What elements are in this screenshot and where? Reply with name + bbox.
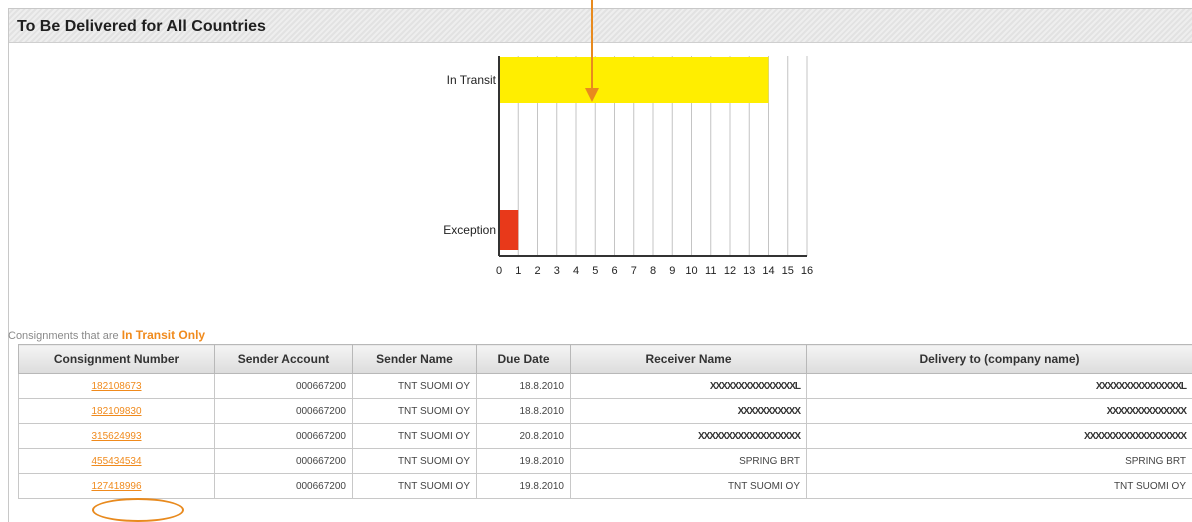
- tick-label: 11: [705, 265, 716, 277]
- due-date-cell: 19.8.2010: [476, 448, 571, 474]
- redacted-text: XXXXXXXXXXX: [737, 405, 801, 417]
- bar-chart: In TransitException0 1 2 3 4 5 6 7 8 9 10 11 12 13 14 1…: [443, 56, 813, 277]
- redacted-text: XXXXXXXXXXXXXXXXXX: [697, 430, 801, 442]
- highlight-circle: [92, 498, 184, 522]
- tick-label: 9: [669, 265, 675, 277]
- column-header-sender-account[interactable]: Sender Account: [214, 344, 353, 374]
- consignment-link[interactable]: 455434534: [91, 456, 141, 467]
- tick-label: 6: [611, 265, 617, 277]
- delivery-to-cell: XXXXXXXXXXXXXXXL: [806, 373, 1192, 399]
- tick-label: 8: [650, 265, 656, 277]
- sender-name-cell: TNT SUOMI OY: [352, 373, 477, 399]
- delivery-to-cell: XXXXXXXXXXXXXXXXXX: [806, 423, 1192, 449]
- callout-arrow-shaft: [591, 0, 593, 88]
- delivery-to-cell: XXXXXXXXXXXXXX: [806, 398, 1192, 424]
- sender-name-cell: TNT SUOMI OY: [352, 423, 477, 449]
- sender-account-cell: 000667200: [214, 373, 353, 399]
- delivery-to-cell: TNT SUOMI OY: [806, 473, 1192, 499]
- tick-label: 3: [554, 265, 560, 277]
- tick-label: 10: [685, 265, 697, 277]
- redacted-text: XXXXXXXXXXXXXXXL: [709, 380, 801, 392]
- receiver-name-cell: SPRING BRT: [570, 448, 807, 474]
- tick-label: 14: [762, 265, 774, 277]
- sender-name-cell: TNT SUOMI OY: [352, 473, 477, 499]
- consignment-number-cell: 315624993: [18, 423, 215, 449]
- due-date-cell: 18.8.2010: [476, 398, 571, 424]
- table-row: 455434534 000667200 TNT SUOMI OY 19.8.20…: [18, 448, 1192, 474]
- consignment-number-cell: 182109830: [18, 398, 215, 424]
- sender-account-cell: 000667200: [214, 398, 353, 424]
- tick-label: 13: [743, 265, 755, 277]
- table-header-row: Consignment Number Sender Account Sender…: [18, 344, 1192, 374]
- consignment-link[interactable]: 182108673: [91, 381, 141, 392]
- consignment-number-cell: 182108673: [18, 373, 215, 399]
- tick-label: 1: [515, 265, 521, 277]
- tick-label: 16: [801, 265, 813, 277]
- callout-arrow-icon: [585, 88, 599, 102]
- tick-label: 2: [534, 265, 540, 277]
- receiver-name-cell: TNT SUOMI OY: [570, 473, 807, 499]
- receiver-name-cell: XXXXXXXXXXXXXXXXXX: [570, 423, 807, 449]
- tick-label: 5: [592, 265, 598, 277]
- status-chart: In Transit Exception 0 1 2 3 4 5 6 7 8 9 10 11 12 13 14 1…: [0, 0, 1192, 305]
- table-caption: Consignments that are In Transit Only: [8, 328, 205, 342]
- category-label: In Transit: [447, 73, 497, 87]
- tick-label: 12: [724, 265, 736, 277]
- sender-account-cell: 000667200: [214, 423, 353, 449]
- column-header-receiver-name[interactable]: Receiver Name: [570, 344, 807, 374]
- consignment-link[interactable]: 182109830: [91, 406, 141, 417]
- consignment-number-cell: 127418996: [18, 473, 215, 499]
- tick-label: 0: [496, 265, 502, 277]
- column-header-sender-name[interactable]: Sender Name: [352, 344, 477, 374]
- consignments-table: Consignment Number Sender Account Sender…: [18, 344, 1192, 499]
- due-date-cell: 20.8.2010: [476, 423, 571, 449]
- receiver-name-cell: XXXXXXXXXXX: [570, 398, 807, 424]
- receiver-name-cell: XXXXXXXXXXXXXXXL: [570, 373, 807, 399]
- caption-highlight: In Transit Only: [121, 328, 206, 342]
- column-header-due-date[interactable]: Due Date: [476, 344, 571, 374]
- redacted-text: XXXXXXXXXXXXXX: [1106, 405, 1187, 417]
- category-label: Exception: [443, 223, 496, 237]
- tick-label: 15: [782, 265, 794, 277]
- sender-name-cell: TNT SUOMI OY: [352, 448, 477, 474]
- sender-account-cell: 000667200: [214, 473, 353, 499]
- table-row: 315624993 000667200 TNT SUOMI OY 20.8.20…: [18, 423, 1192, 449]
- redacted-text: XXXXXXXXXXXXXXXL: [1095, 380, 1187, 392]
- column-header-consignment-number[interactable]: Consignment Number: [18, 344, 215, 374]
- sender-account-cell: 000667200: [214, 448, 353, 474]
- tick-label: 7: [631, 265, 637, 277]
- sender-name-cell: TNT SUOMI OY: [352, 398, 477, 424]
- bar-in-transit: [499, 57, 769, 103]
- table-row: 182109830 000667200 TNT SUOMI OY 18.8.20…: [18, 398, 1192, 424]
- table-row: 127418996 000667200 TNT SUOMI OY 19.8.20…: [18, 473, 1192, 499]
- due-date-cell: 18.8.2010: [476, 373, 571, 399]
- bar-exception: [499, 210, 519, 250]
- consignment-link[interactable]: 315624993: [91, 431, 141, 442]
- delivery-to-cell: SPRING BRT: [806, 448, 1192, 474]
- due-date-cell: 19.8.2010: [476, 473, 571, 499]
- redacted-text: XXXXXXXXXXXXXXXXXX: [1083, 430, 1187, 442]
- caption-prefix: Consignments that are: [8, 330, 119, 342]
- consignment-number-cell: 455434534: [18, 448, 215, 474]
- column-header-delivery-to[interactable]: Delivery to (company name): [806, 344, 1192, 374]
- consignment-link[interactable]: 127418996: [91, 481, 141, 492]
- tick-label: 4: [573, 265, 579, 277]
- table-row: 182108673 000667200 TNT SUOMI OY 18.8.20…: [18, 373, 1192, 399]
